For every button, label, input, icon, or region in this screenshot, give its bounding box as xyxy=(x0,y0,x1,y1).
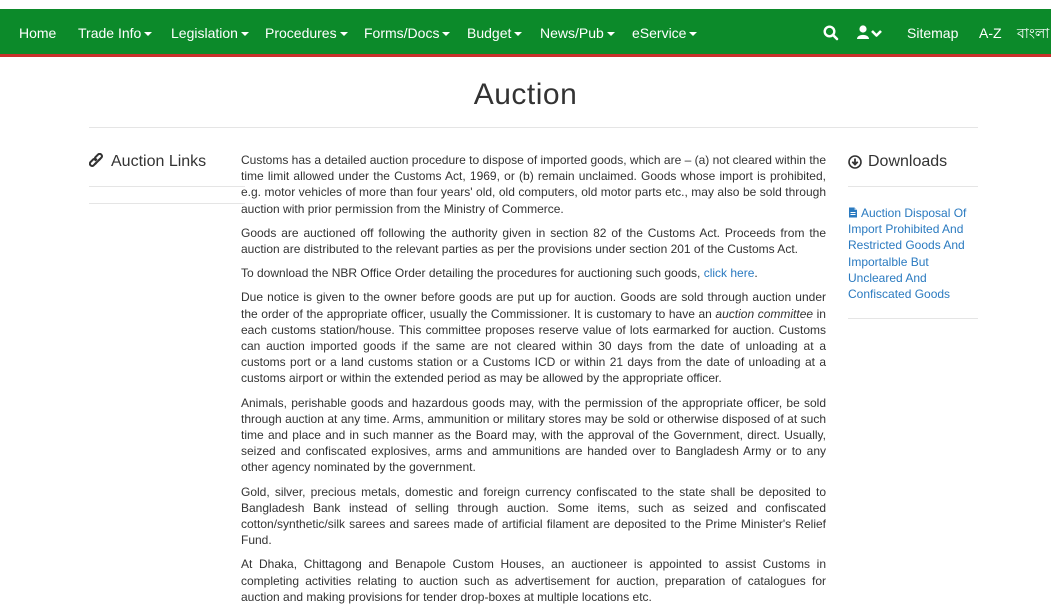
link-icon xyxy=(88,152,106,170)
downloads-panel: Downloads Auction Disposal Of Import Pro… xyxy=(848,150,978,320)
page-title: Auction xyxy=(473,78,578,111)
file-icon xyxy=(848,206,858,218)
auction-committee-term: auction committee xyxy=(715,306,814,321)
nav-procedures[interactable]: Procedures xyxy=(265,9,348,54)
paragraph-gold: Gold, silver, precious metals, domestic … xyxy=(241,484,826,548)
paragraph-auctioneer: At Dhaka, Chittagong and Benapole Custom… xyxy=(241,557,826,604)
top-strip xyxy=(0,0,1051,9)
auction-links-panel: Auction Links xyxy=(88,150,245,204)
caret-down-icon xyxy=(514,32,523,37)
caret-down-icon xyxy=(339,32,348,37)
download-text-end: . xyxy=(754,266,758,281)
paragraph-animals: Animals, perishable goods and hazardous … xyxy=(241,395,826,475)
auction-links-list xyxy=(89,187,245,204)
nav-language-bangla[interactable]: বাংলা xyxy=(1017,9,1049,54)
nav-sitemap[interactable]: Sitemap xyxy=(907,9,958,54)
download-link-label: Auction Disposal Of Import Prohibited An… xyxy=(848,206,967,302)
user-menu-icon[interactable] xyxy=(857,24,883,42)
main-navbar: Home Trade Info Legislation Procedures F… xyxy=(0,9,1051,57)
click-here-link[interactable]: click here xyxy=(704,266,755,280)
download-text: To download the NBR Office Order detaili… xyxy=(241,266,704,281)
nav-home[interactable]: Home xyxy=(19,9,56,54)
paragraph-section-82: Goods are auctioned off following the au… xyxy=(241,225,826,257)
nav-forms-docs[interactable]: Forms/Docs xyxy=(364,9,451,54)
download-auction-disposal-link[interactable]: Auction Disposal Of Import Prohibited An… xyxy=(848,205,978,320)
nav-a-z[interactable]: A-Z xyxy=(979,9,1002,54)
nav-legislation[interactable]: Legislation xyxy=(171,9,249,54)
nav-eservice[interactable]: eService xyxy=(632,9,698,54)
caret-down-icon xyxy=(689,32,698,37)
paragraph-download: To download the NBR Office Order detaili… xyxy=(241,265,826,281)
download-circle-icon xyxy=(848,155,862,169)
nav-budget[interactable]: Budget xyxy=(467,9,523,54)
title-divider xyxy=(89,127,978,128)
paragraph-due-notice: Due notice is given to the owner before … xyxy=(241,289,826,386)
nav-news-pub[interactable]: News/Pub xyxy=(540,9,615,54)
caret-down-icon xyxy=(442,32,451,37)
auction-links-heading: Auction Links xyxy=(88,150,245,187)
auction-links-label: Auction Links xyxy=(111,153,207,170)
caret-down-icon xyxy=(144,32,153,37)
auction-content: Customs has a detailed auction procedure… xyxy=(241,152,826,606)
nav-trade-info[interactable]: Trade Info xyxy=(78,9,153,54)
caret-down-icon xyxy=(606,32,615,37)
downloads-label: Downloads xyxy=(868,153,948,170)
downloads-heading: Downloads xyxy=(848,150,978,187)
paragraph-intro: Customs has a detailed auction procedure… xyxy=(241,153,826,216)
caret-down-icon xyxy=(240,32,249,37)
search-icon[interactable] xyxy=(822,24,840,42)
